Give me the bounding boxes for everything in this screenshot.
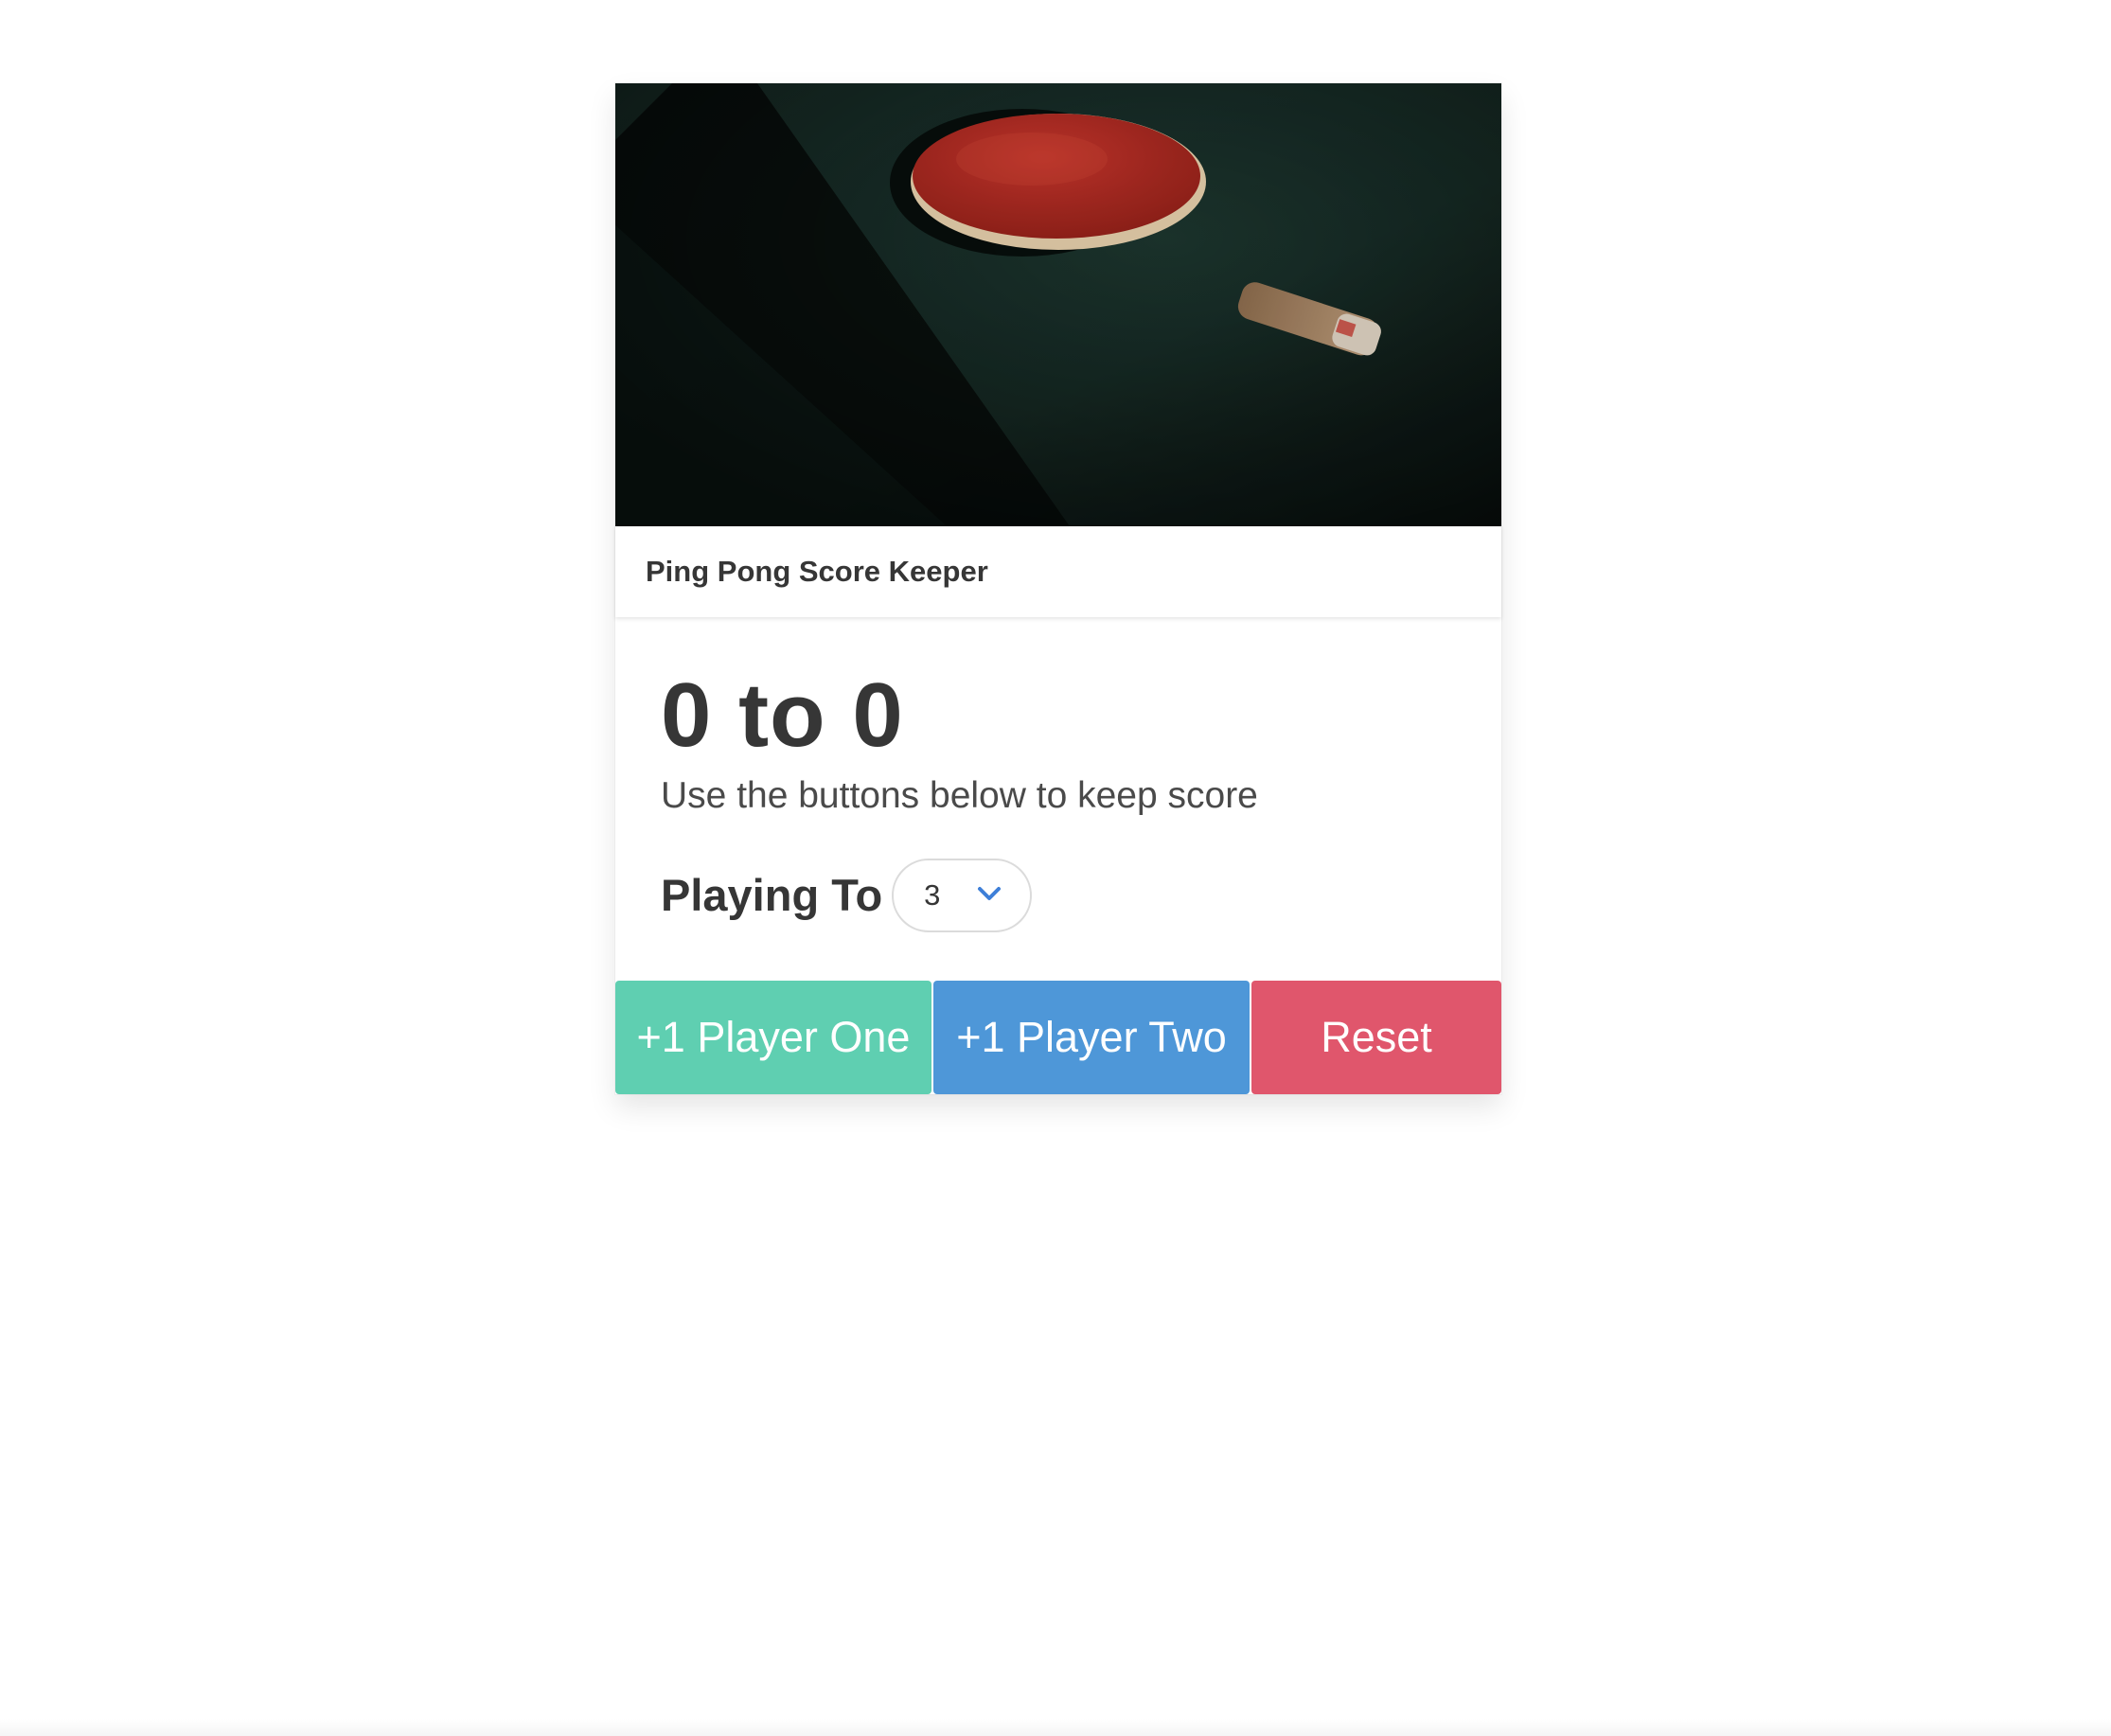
playing-to-selected-value: 3 xyxy=(924,877,941,912)
playing-to-row: Playing To 3 xyxy=(661,858,1456,932)
playing-to-label: Playing To xyxy=(661,870,883,921)
chevron-down-icon xyxy=(978,886,1002,900)
window-bottom-edge xyxy=(0,1719,2111,1736)
score-subtitle: Use the buttons below to keep score xyxy=(661,775,1258,816)
player-one-button[interactable]: +1 Player One xyxy=(615,981,931,1094)
card-content: 0 to 0 Use the buttons below to keep sco… xyxy=(615,617,1501,981)
ping-pong-paddle-image xyxy=(615,83,1501,526)
card-footer: +1 Player One +1 Player Two Reset xyxy=(615,981,1501,1094)
card-header: Ping Pong Score Keeper xyxy=(615,526,1501,617)
card-header-title: Ping Pong Score Keeper xyxy=(646,555,988,588)
score-keeper-card: Ping Pong Score Keeper 0 to 0 Use the bu… xyxy=(615,83,1501,1094)
reset-button[interactable]: Reset xyxy=(1251,981,1501,1094)
score-display: 0 to 0 xyxy=(661,664,904,766)
playing-to-select[interactable]: 3 xyxy=(892,858,1033,932)
player-two-button[interactable]: +1 Player Two xyxy=(933,981,1250,1094)
